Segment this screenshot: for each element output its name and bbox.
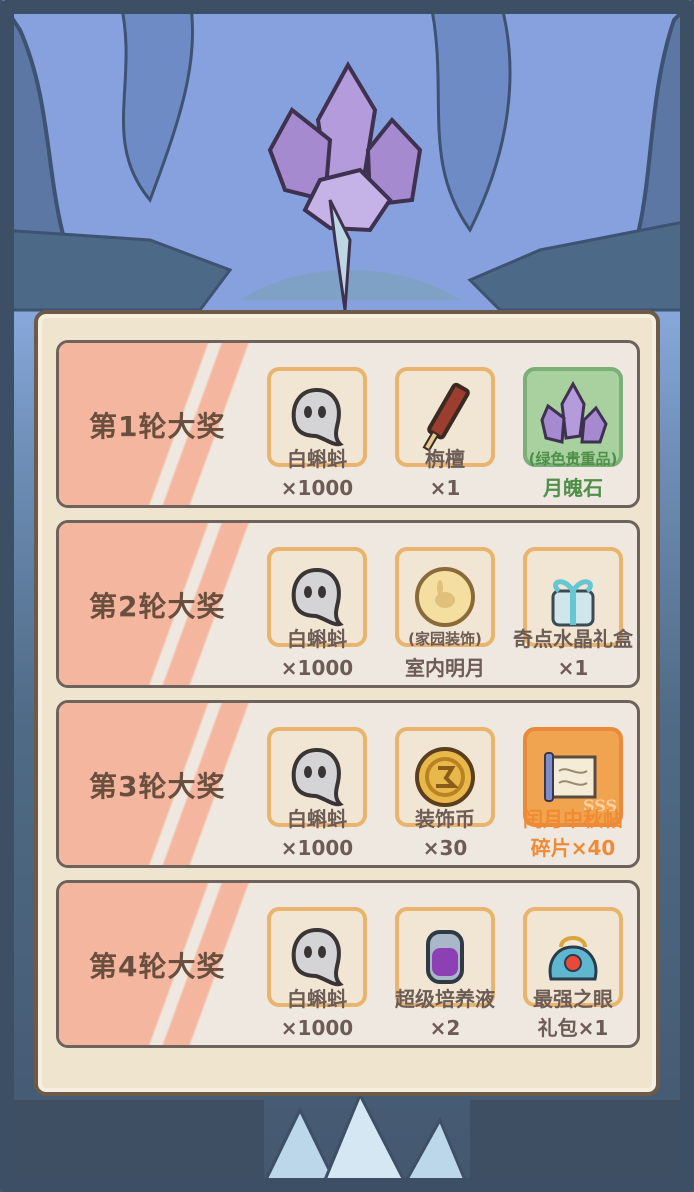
moon-decoration-icon — [415, 567, 475, 627]
reward-label: 白蝌蚪 ×1000 — [280, 627, 354, 680]
reward-label: 白蝌蚪 ×1000 — [280, 807, 354, 860]
round-1-row: 第1轮大奖 白蝌蚪 ×1000 栴檀 ×1 (绿色贵重品) 月魄石 — [56, 340, 640, 508]
reward-label: 闰月中秋帖 碎片×40 — [523, 807, 623, 860]
white-tadpole-icon — [291, 567, 344, 627]
sandalwood-icon — [422, 382, 470, 452]
culture-liquid-icon — [426, 930, 464, 984]
reward-label: (家园装饰) 室内明月 — [405, 630, 485, 680]
round-3-row: 第3轮大奖 白蝌蚪 ×1000 装饰币 ×30 SSS 闰月中秋帖 碎片×40 — [56, 700, 640, 868]
reward-label: 栴檀 ×1 — [425, 447, 465, 500]
reward-label: 最强之眼 礼包×1 — [533, 987, 613, 1040]
crystal-gift-box-icon — [551, 579, 595, 627]
white-tadpole-icon — [291, 927, 344, 987]
round-title: 第3轮大奖 — [89, 770, 226, 803]
reward-label: 超级培养液 ×2 — [395, 987, 495, 1040]
reward-label: 白蝌蚪 ×1000 — [280, 987, 354, 1040]
rewards-panel: 第1轮大奖 白蝌蚪 ×1000 栴檀 ×1 (绿色贵重品) 月魄石 第2轮大奖 … — [34, 310, 660, 1096]
white-tadpole-icon — [291, 747, 344, 807]
round-4-row: 第4轮大奖 白蝌蚪 ×1000 超级培养液 ×2 最强之眼 礼包×1 — [56, 880, 640, 1048]
strongest-eye-bag-icon — [548, 936, 598, 981]
reward-label: 装饰币 ×30 — [415, 807, 475, 860]
reward-label: (绿色贵重品) 月魄石 — [528, 450, 618, 500]
round-2-row: 第2轮大奖 白蝌蚪 ×1000 (家园装饰) 室内明月 奇点水晶礼盒 ×1 — [56, 520, 640, 688]
reward-label: 奇点水晶礼盒 ×1 — [513, 627, 633, 680]
round-title: 第4轮大奖 — [89, 950, 226, 983]
white-tadpole-icon — [291, 387, 344, 447]
round-title: 第2轮大奖 — [89, 590, 226, 623]
decoration-coin-icon — [415, 747, 475, 807]
moon-soul-stone-icon — [540, 380, 608, 444]
round-title: 第1轮大奖 — [89, 410, 226, 443]
reward-label: 白蝌蚪 ×1000 — [280, 447, 354, 500]
